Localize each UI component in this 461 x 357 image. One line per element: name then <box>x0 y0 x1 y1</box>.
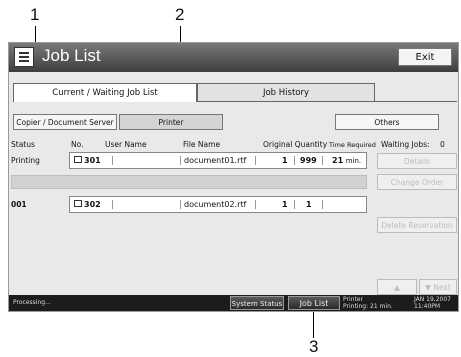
waiting-jobs-count: 0 <box>440 140 445 149</box>
row-highlight-empty <box>11 175 367 189</box>
job-number: 301 <box>74 153 101 168</box>
quantity: 1 <box>306 200 312 209</box>
col-time-required: Time Required <box>329 141 376 149</box>
details-button[interactable]: Details <box>377 153 457 169</box>
col-original-quantity: Original Quantity <box>263 140 328 149</box>
system-status-button[interactable]: System Status <box>230 296 284 310</box>
col-user-name: User Name <box>105 140 147 149</box>
time-required-unit: min. <box>345 157 362 165</box>
next-button[interactable]: ▼ Next <box>419 279 457 295</box>
list-icon <box>14 47 34 67</box>
file-name: document01.rtf <box>184 156 247 165</box>
window-title: Job List <box>42 46 101 65</box>
tab-job-history[interactable]: Job History <box>197 83 375 102</box>
job-number-value: 301 <box>84 156 101 165</box>
tab-baseline <box>197 101 457 102</box>
job-number: 302 <box>74 197 101 212</box>
time-display: 11:40PM <box>414 303 441 310</box>
col-no: No. <box>71 140 84 149</box>
copier-document-server-button[interactable]: Copier / Document Server <box>13 114 117 130</box>
file-name: document02.rtf <box>184 200 247 209</box>
printer-icon <box>74 156 82 163</box>
quantity: 999 <box>300 156 317 165</box>
callout-1: 1 <box>30 5 40 24</box>
others-button[interactable]: Others <box>335 114 439 130</box>
delete-reservation-button[interactable]: Delete Reservation <box>377 217 457 233</box>
original-count: 1 <box>282 200 288 209</box>
printer-icon <box>74 200 82 207</box>
processing-status: Processing... <box>13 299 51 306</box>
waiting-jobs-label: Waiting Jobs: <box>381 140 430 149</box>
callout-3: 3 <box>309 337 319 356</box>
exit-button[interactable]: Exit <box>398 48 452 66</box>
job-status: Printing <box>11 156 40 165</box>
table-row[interactable]: 301 document01.rtf 1 999 21 min. <box>69 152 367 169</box>
status-bar: Processing... System Status Job List Pri… <box>9 295 458 311</box>
original-count: 1 <box>282 156 288 165</box>
printer-status-line2: Printing: 21 min. <box>343 303 393 310</box>
printer-button[interactable]: Printer <box>119 114 223 130</box>
title-bar: Job List Exit <box>9 43 458 72</box>
col-status: Status <box>11 140 35 149</box>
job-list-screen: Job List Exit Current / Waiting Job List… <box>8 42 459 312</box>
time-required: 21 min. <box>332 153 361 168</box>
time-required-number: 21 <box>332 156 344 165</box>
job-status: 001 <box>11 200 27 209</box>
callout-3-line <box>313 312 314 338</box>
job-number-value: 302 <box>84 200 101 209</box>
job-list-button[interactable]: Job List <box>288 296 340 310</box>
printer-status-line1: Printer <box>343 296 363 303</box>
col-file-name: File Name <box>183 140 221 149</box>
previous-button[interactable]: ▲ Previous <box>377 279 417 308</box>
date-display: JAN 19,2007 <box>414 296 451 303</box>
change-order-button[interactable]: Change Order <box>377 174 457 190</box>
tab-current-waiting-job-list[interactable]: Current / Waiting Job List <box>13 83 197 102</box>
table-row[interactable]: 302 document02.rtf 1 1 <box>69 196 367 213</box>
callout-2: 2 <box>175 5 185 24</box>
